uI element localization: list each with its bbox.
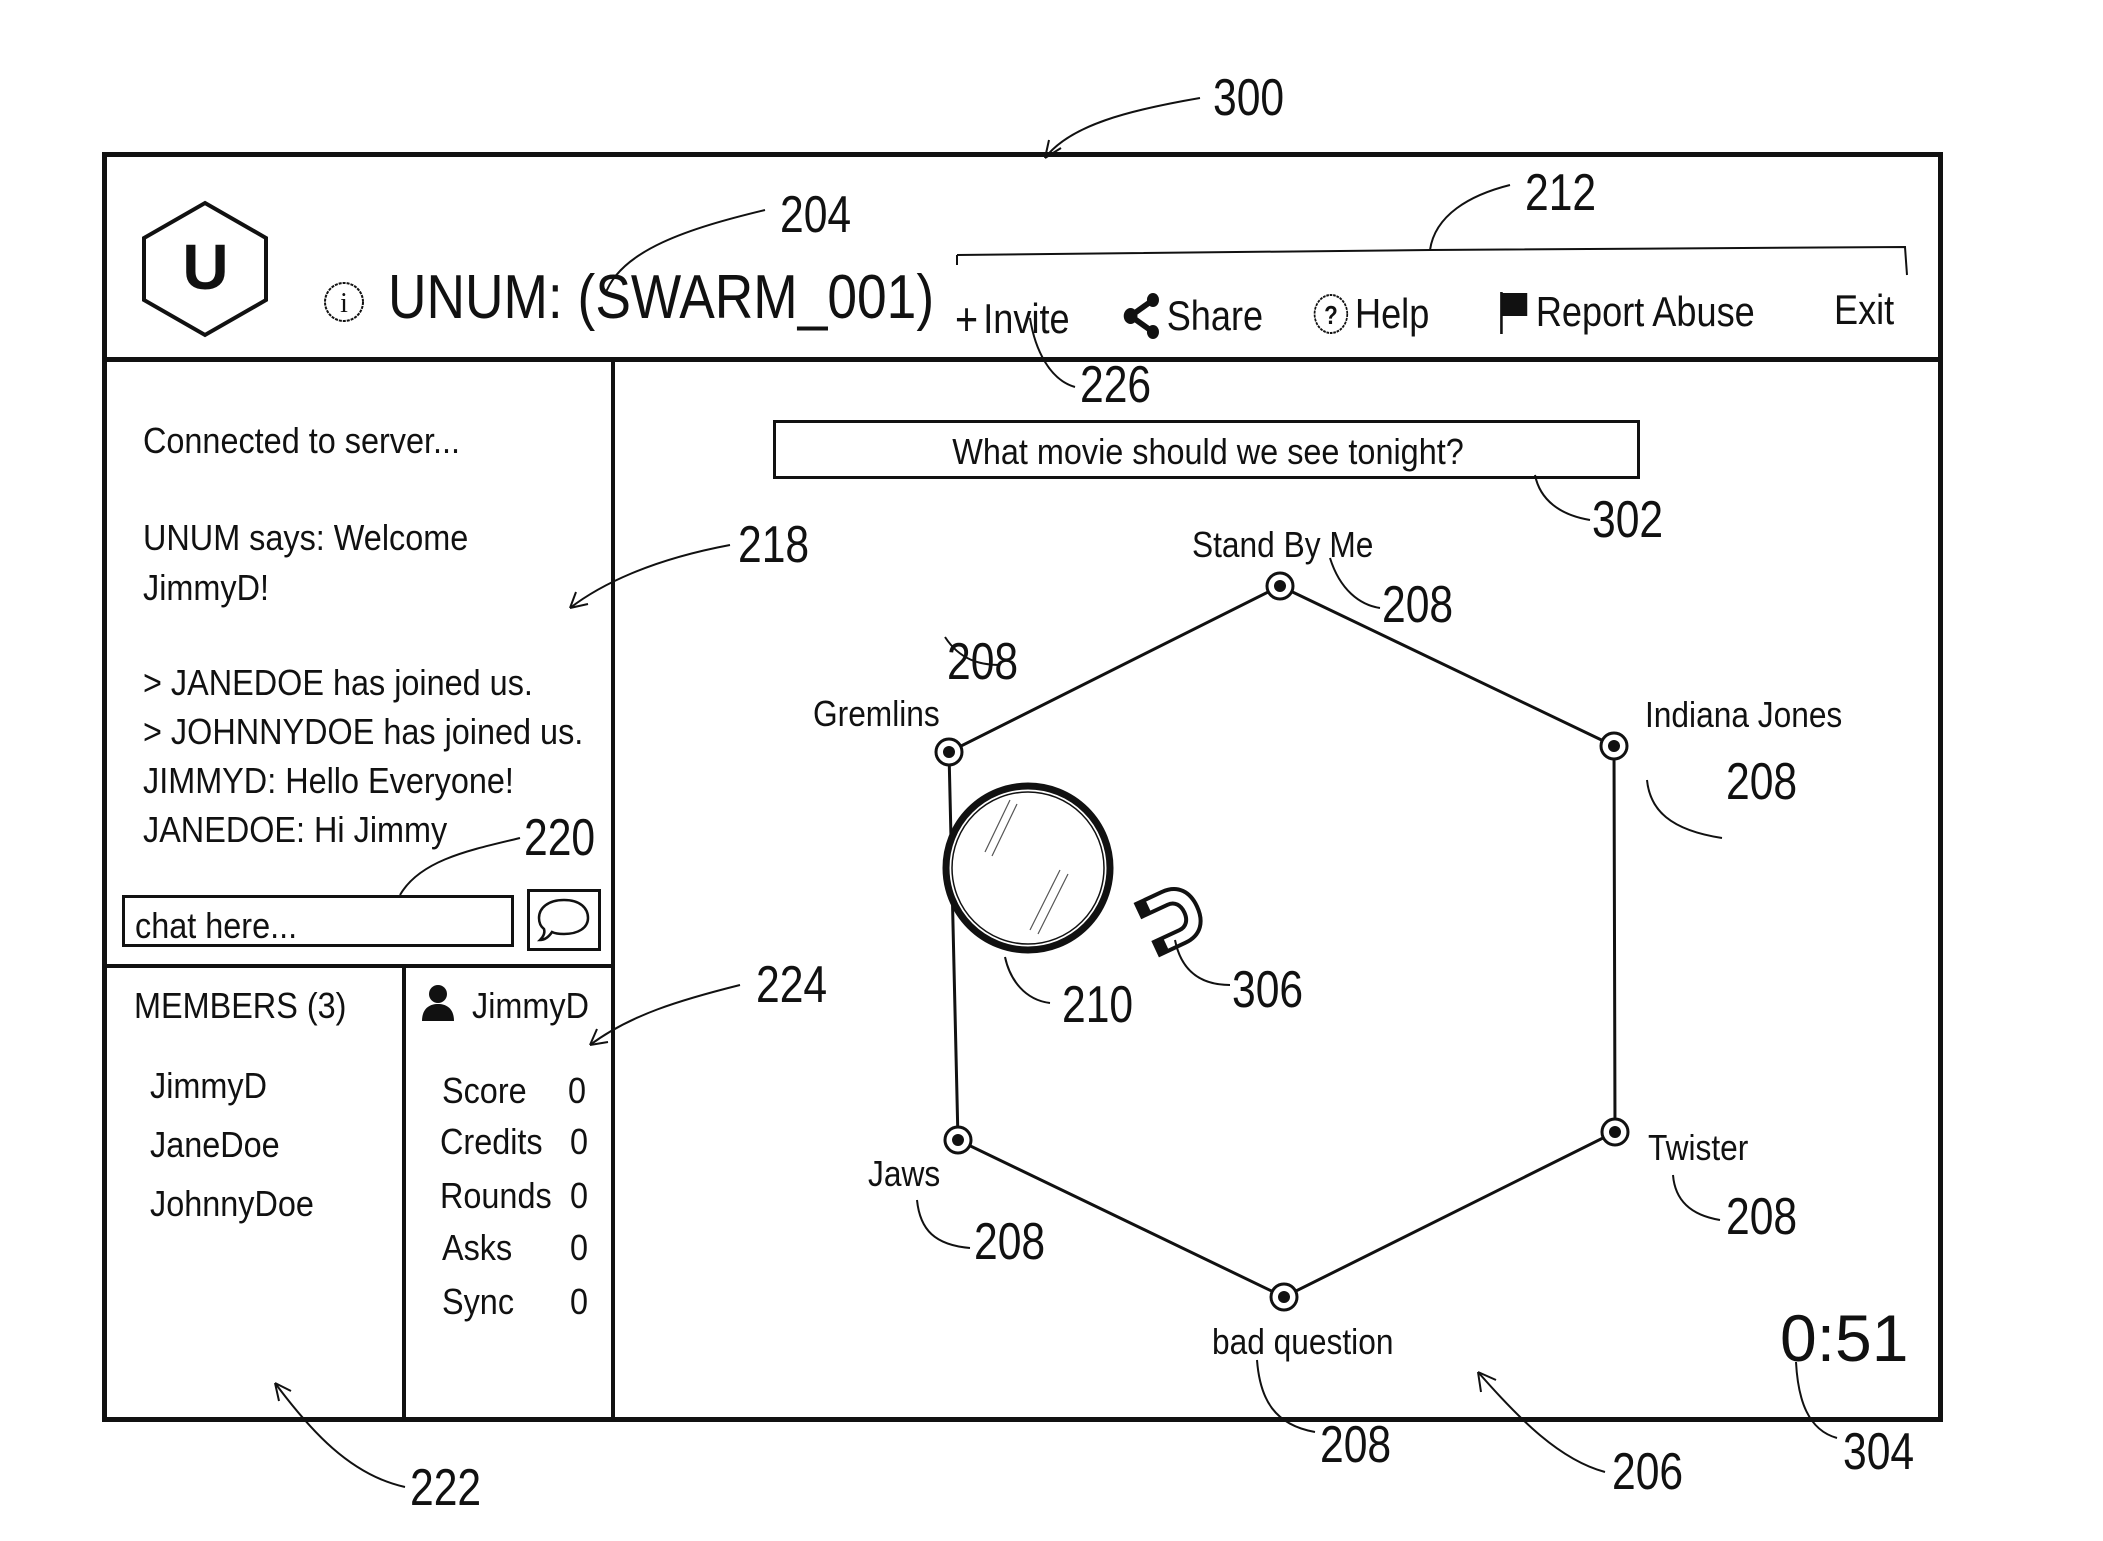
magnet-icon (1133, 887, 1203, 958)
answer-node-jaws[interactable] (943, 1125, 973, 1155)
answer-label-gremlins: Gremlins (813, 693, 940, 734)
ref-numeral: 224 (756, 956, 828, 1014)
ref-numeral: 206 (1612, 1443, 1684, 1501)
reference-leaders (274, 97, 1908, 1488)
ref-numeral: 204 (780, 186, 852, 244)
answer-label-indiana-jones: Indiana Jones (1645, 694, 1843, 735)
puck-icon[interactable] (942, 782, 1114, 954)
countdown-timer: 0:51 (1780, 1301, 1909, 1375)
ref-numeral: 208 (947, 633, 1019, 691)
ref-numeral: 222 (410, 1459, 482, 1517)
ref-numeral: 220 (524, 809, 596, 867)
answer-node-indiana-jones[interactable] (1599, 731, 1629, 761)
ref-numeral: 306 (1232, 961, 1304, 1019)
answer-label-twister: Twister (1648, 1127, 1749, 1168)
answer-node-twister[interactable] (1600, 1117, 1630, 1147)
ref-numeral: 226 (1080, 356, 1152, 414)
answer-label-jaws: Jaws (868, 1153, 941, 1194)
ref-numeral: 208 (1726, 1188, 1798, 1246)
ref-numeral: 300 (1213, 69, 1285, 127)
ref-numeral: 208 (974, 1213, 1046, 1271)
answer-node-gremlins[interactable] (934, 737, 964, 767)
answer-label-bad-question: bad question (1212, 1321, 1394, 1362)
ref-numeral: 302 (1592, 491, 1664, 549)
ref-numeral: 208 (1320, 1416, 1392, 1474)
ref-numeral: 208 (1726, 753, 1798, 811)
answer-label-stand-by-me: Stand By Me (1192, 524, 1374, 565)
ref-numeral: 218 (738, 516, 810, 574)
ref-numeral: 208 (1382, 576, 1454, 634)
ref-numeral: 304 (1843, 1423, 1915, 1481)
answer-node-stand-by-me[interactable] (1265, 571, 1295, 601)
ref-numeral: 212 (1525, 164, 1597, 222)
ref-numeral: 210 (1062, 976, 1134, 1034)
answer-node-bad-question[interactable] (1269, 1282, 1299, 1312)
